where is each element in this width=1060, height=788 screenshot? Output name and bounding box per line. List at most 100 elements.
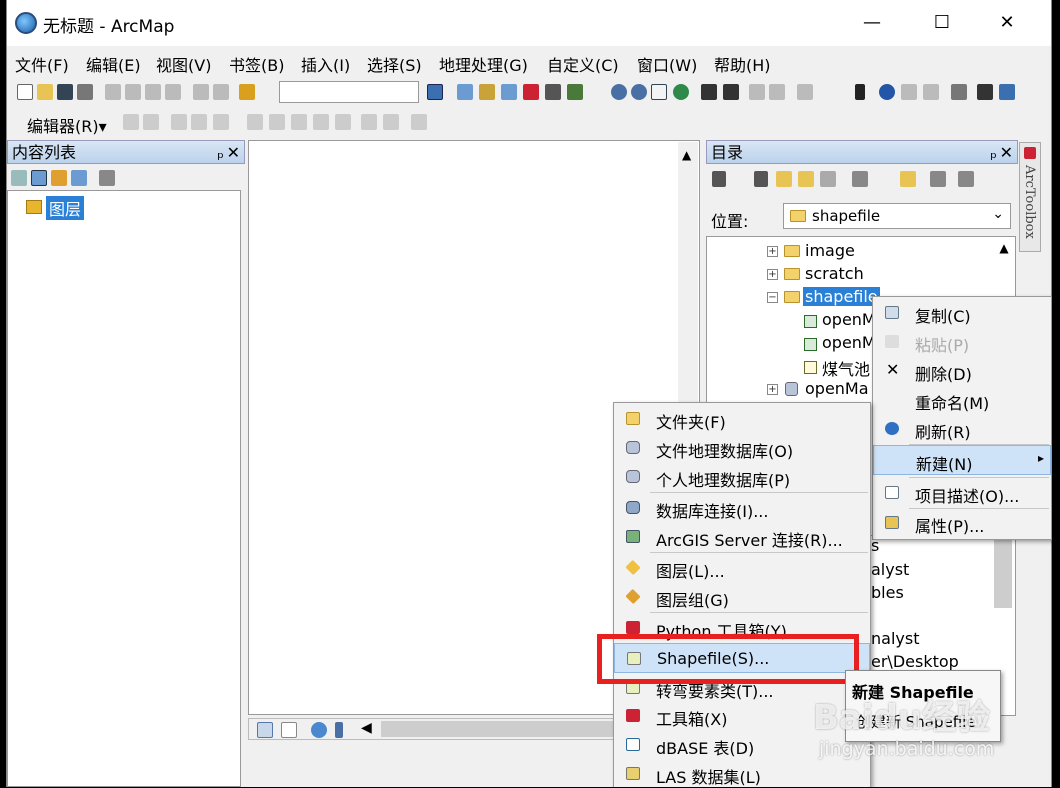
submenu-item-layer-group[interactable]: 图层组(G) — [614, 583, 870, 611]
tree-item-shapefile[interactable]: shapefile — [803, 287, 880, 306]
scale-combo[interactable] — [279, 81, 419, 103]
edit-annotation-icon[interactable] — [143, 114, 159, 130]
hyperlink-icon[interactable] — [901, 84, 917, 100]
split-icon[interactable] — [291, 114, 307, 130]
select-features-icon[interactable] — [797, 84, 813, 100]
catalog-pin-icon[interactable]: ₚ — [990, 141, 997, 165]
data-view-icon[interactable] — [257, 722, 273, 738]
menu-help[interactable]: 帮助(H) — [714, 52, 771, 76]
menu-windows[interactable]: 窗口(W) — [637, 52, 697, 76]
print-icon[interactable] — [77, 84, 93, 100]
tree-item-openm-2[interactable]: openM — [822, 333, 876, 352]
identify-icon[interactable] — [879, 84, 895, 100]
attributes-icon[interactable] — [361, 114, 377, 130]
new-folder-icon[interactable] — [900, 171, 916, 187]
select-elements-icon[interactable] — [855, 84, 865, 100]
undo-icon[interactable] — [193, 84, 209, 100]
find-icon[interactable] — [977, 84, 993, 100]
end-point-arc-icon[interactable] — [191, 114, 207, 130]
submenu-item-las-dataset[interactable]: LAS 数据集(L) — [614, 760, 870, 788]
tree-item-image[interactable]: image — [805, 241, 855, 260]
list-by-visibility-icon[interactable] — [51, 170, 67, 186]
menu-item-refresh[interactable]: 刷新(R) — [873, 415, 1051, 443]
new-document-icon[interactable] — [17, 84, 33, 100]
toc-options-icon[interactable] — [99, 170, 115, 186]
submenu-item-layer[interactable]: 图层(L)... — [614, 554, 870, 582]
menu-edit[interactable]: 编辑(E) — [86, 52, 141, 76]
toc-window-icon[interactable] — [457, 84, 473, 100]
tree-item-openm-1[interactable]: openM — [822, 310, 876, 329]
tree-item-partial-3[interactable]: bles — [871, 583, 904, 602]
sketch-properties-icon[interactable] — [383, 114, 399, 130]
fixed-zoom-out-icon[interactable] — [723, 84, 739, 100]
arctoolbox-tab[interactable]: ArcToolbox — [1019, 142, 1041, 252]
connect-folder-icon[interactable] — [820, 171, 836, 187]
straight-segment-icon[interactable] — [171, 114, 187, 130]
menu-view[interactable]: 视图(V) — [156, 52, 211, 76]
layout-view-icon[interactable] — [281, 722, 297, 738]
menu-geoprocessing[interactable]: 地理处理(G) — [439, 52, 528, 76]
open-icon[interactable] — [37, 84, 53, 100]
tree-item-gas-pool[interactable]: 煤气池 — [822, 356, 870, 380]
menu-file[interactable]: 文件(F) — [15, 52, 69, 76]
editor-toolbar-icon[interactable] — [427, 84, 443, 100]
cut-icon[interactable] — [105, 84, 121, 100]
submenu-item-file-gdb[interactable]: 文件地理数据库(O) — [614, 434, 870, 462]
tree-options-icon[interactable] — [930, 171, 946, 187]
views-icon[interactable] — [852, 171, 868, 187]
tree-scrollbar-thumb[interactable] — [994, 536, 1012, 608]
maximize-button[interactable]: ☐ — [927, 10, 957, 36]
collapse-icon[interactable]: − — [767, 292, 778, 303]
edit-tool-icon[interactable] — [123, 114, 139, 130]
scroll-left-icon[interactable]: ◀ — [361, 720, 372, 736]
tree-item-partial-5[interactable]: er\Desktop — [871, 652, 959, 671]
catalog-close-icon[interactable]: ✕ — [1000, 141, 1013, 165]
forward-icon[interactable] — [754, 171, 768, 187]
menu-item-new[interactable]: 新建(N) ▸ — [873, 445, 1051, 475]
toc-pin-icon[interactable]: ₚ — [217, 141, 224, 165]
add-data-icon[interactable] — [239, 84, 255, 100]
model-builder-icon[interactable] — [567, 84, 583, 100]
menu-insert[interactable]: 插入(I) — [301, 52, 350, 76]
reshape-icon[interactable] — [269, 114, 285, 130]
fixed-zoom-in-icon[interactable] — [701, 84, 717, 100]
menu-item-description[interactable]: 项目描述(O)... — [873, 479, 1051, 507]
back-icon[interactable] — [712, 171, 726, 187]
menu-item-paste[interactable]: 粘贴(P) — [873, 328, 1051, 356]
close-button[interactable]: ✕ — [992, 10, 1022, 36]
html-popup-icon[interactable] — [923, 84, 939, 100]
submenu-item-personal-gdb[interactable]: 个人地理数据库(P) — [614, 463, 870, 491]
menu-item-rename[interactable]: 重命名(M) — [873, 386, 1051, 414]
cut-polygons-icon[interactable] — [313, 114, 329, 130]
python-window-icon[interactable] — [545, 84, 561, 100]
rotate-icon[interactable] — [335, 114, 351, 130]
submenu-item-server-connection[interactable]: ArcGIS Server 连接(R)... — [614, 523, 870, 551]
paste-icon[interactable] — [145, 84, 161, 100]
zoom-out-icon[interactable] — [631, 84, 647, 100]
search-window-icon[interactable] — [501, 84, 517, 100]
scroll-up-icon[interactable]: ▲ — [682, 148, 691, 162]
redo-icon[interactable] — [213, 84, 229, 100]
home-icon[interactable] — [798, 171, 814, 187]
menu-select[interactable]: 选择(S) — [367, 52, 422, 76]
tree-scroll-up-icon[interactable]: ▲ — [995, 241, 1013, 257]
list-by-source-icon[interactable] — [31, 170, 47, 186]
save-icon[interactable] — [57, 84, 73, 100]
list-by-selection-icon[interactable] — [71, 170, 87, 186]
arctoolbox-icon[interactable] — [523, 84, 539, 100]
measure-icon[interactable] — [951, 84, 967, 100]
tree-item-partial-4[interactable]: nalyst — [871, 629, 919, 648]
toc-close-icon[interactable]: ✕ — [227, 141, 240, 165]
menu-bookmarks[interactable]: 书签(B) — [229, 52, 284, 76]
copy-icon[interactable] — [125, 84, 141, 100]
tree-item-partial-2[interactable]: alyst — [871, 560, 909, 579]
delete-icon[interactable] — [165, 84, 181, 100]
layer-root-label[interactable]: 图层 — [46, 196, 85, 220]
submenu-item-db-connection[interactable]: 数据库连接(I)... — [614, 494, 870, 522]
list-by-drawing-order-icon[interactable] — [11, 170, 27, 186]
submenu-item-folder[interactable]: 文件夹(F) — [614, 405, 870, 433]
catalog-options-icon[interactable] — [958, 171, 974, 187]
expand-icon[interactable]: + — [767, 384, 778, 395]
chevron-down-icon[interactable]: ⌄ — [992, 206, 1004, 222]
zoom-in-icon[interactable] — [611, 84, 627, 100]
